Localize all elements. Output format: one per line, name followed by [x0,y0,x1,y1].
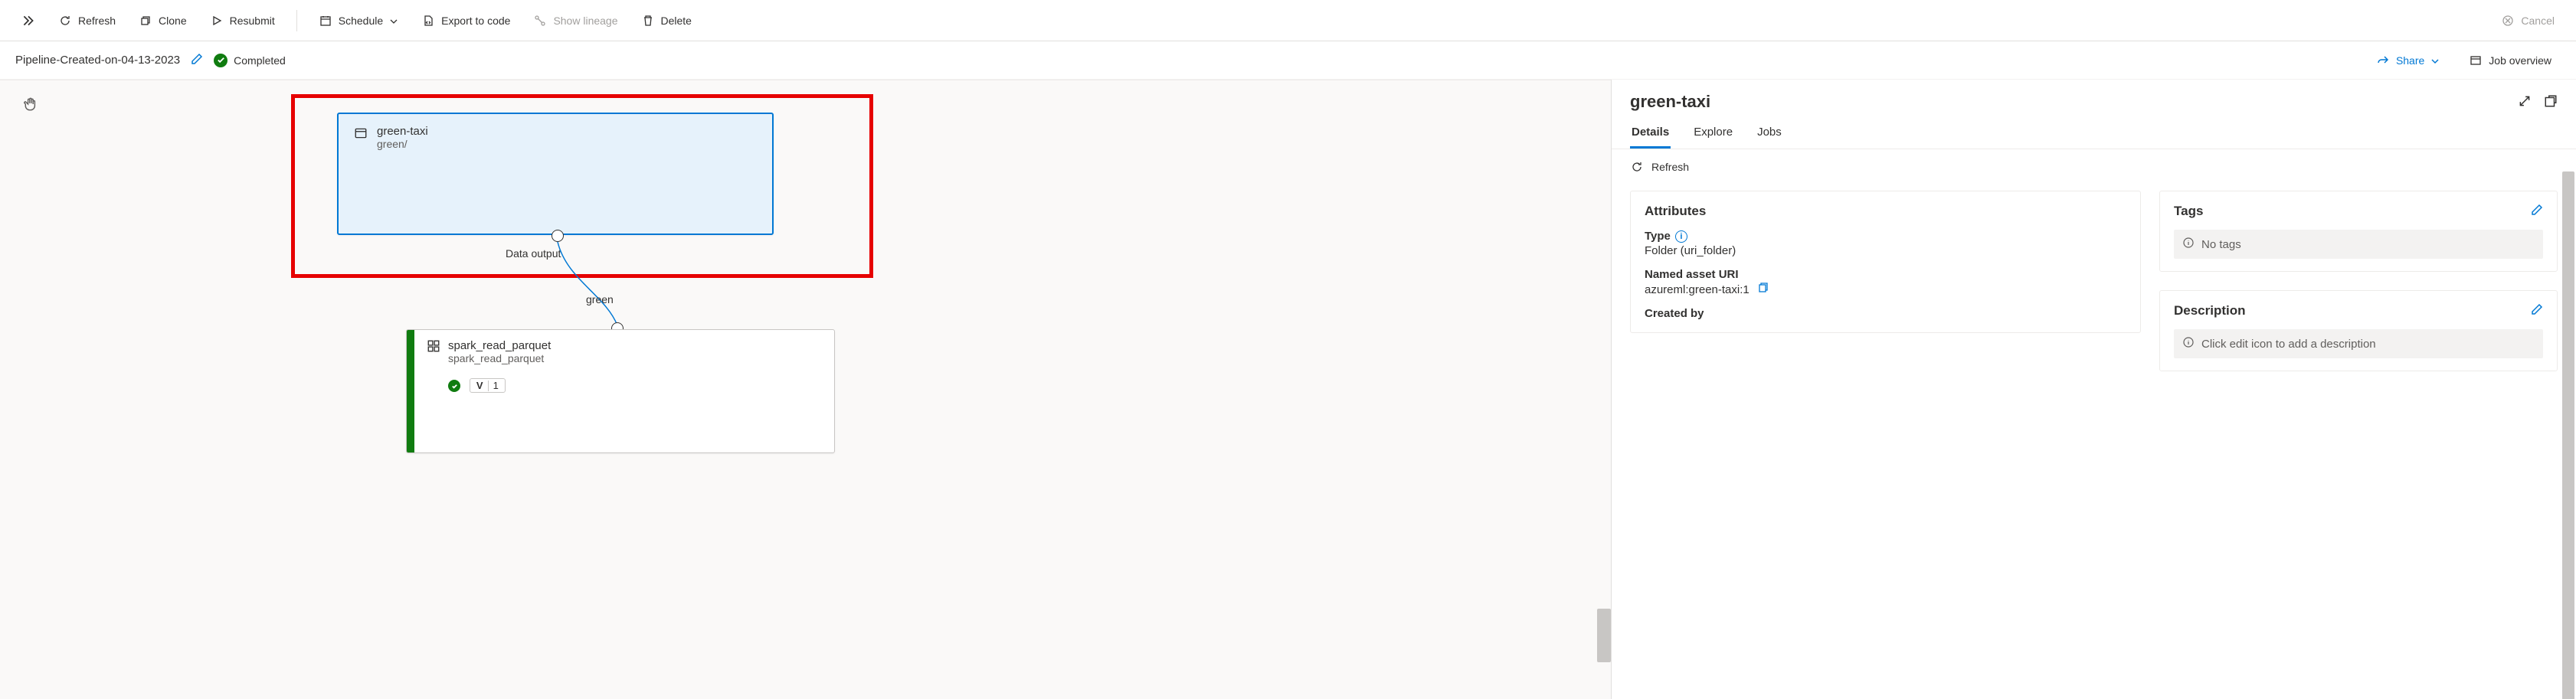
lineage-button: Show lineage [524,7,627,34]
schedule-label: Schedule [339,15,383,27]
pipeline-canvas[interactable]: green-taxi green/ Data output green spar… [0,80,1611,699]
component-icon [427,339,440,353]
side-panel: green-taxi Details Explore Jobs Refresh [1611,80,2576,699]
tab-jobs[interactable]: Jobs [1756,119,1783,149]
clone-button[interactable]: Clone [129,7,196,34]
refresh-label: Refresh [78,15,116,27]
info-icon [2183,337,2194,351]
side-tabs: Details Explore Jobs [1612,112,2576,149]
tags-heading: Tags [2174,204,2203,218]
tags-card: Tags No tags [2159,191,2558,272]
resubmit-button[interactable]: Resubmit [201,7,284,34]
job-overview-button[interactable]: Job overview [2460,47,2561,74]
status-text: Completed [234,54,286,67]
data-output-label: Data output [506,247,561,260]
node-green-taxi[interactable]: green-taxi green/ [337,113,774,235]
main-area: green-taxi green/ Data output green spar… [0,80,2576,699]
main-toolbar: Refresh Clone Resubmit Schedule Export t… [0,0,2576,41]
refresh-icon [58,14,72,28]
description-heading: Description [2174,303,2246,318]
pipeline-name: Pipeline-Created-on-04-13-2023 [15,54,180,67]
info-bar: Pipeline-Created-on-04-13-2023 Completed… [0,41,2576,80]
cancel-icon [2501,14,2515,28]
version-prefix: V [476,380,483,391]
no-description-row: Click edit icon to add a description [2174,329,2543,358]
calendar-icon [319,14,332,28]
resubmit-label: Resubmit [230,15,275,27]
lineage-label: Show lineage [553,15,617,27]
chevron-double-right-icon [21,14,35,28]
tab-explore[interactable]: Explore [1692,119,1734,149]
chevron-down-icon [2430,56,2440,65]
expand-icon[interactable] [2518,94,2532,110]
node-title: spark_read_parquet [448,339,551,352]
createdby-label: Created by [1645,307,1704,320]
edge-label: green [586,293,614,305]
delete-label: Delete [661,15,692,27]
toolbar-separator [296,10,297,31]
description-card: Description Click edit icon to add a des… [2159,290,2558,371]
chevron-down-icon [389,16,398,25]
export-button[interactable]: Export to code [412,7,519,34]
pan-tool[interactable] [23,96,40,115]
info-icon[interactable]: i [1675,230,1687,243]
node-title: green-taxi [377,125,428,138]
popout-icon[interactable] [2544,94,2558,110]
expand-toggle[interactable] [12,7,44,34]
side-refresh-button[interactable]: Refresh [1612,149,2576,185]
delete-button[interactable]: Delete [632,7,701,34]
refresh-icon [1630,160,1644,174]
dataset-icon [354,126,368,140]
share-label: Share [2396,54,2424,67]
attributes-card: Attributes Type i Folder (uri_folder) Na… [1630,191,2141,333]
refresh-button[interactable]: Refresh [49,7,125,34]
share-button[interactable]: Share [2367,47,2449,74]
play-icon [210,14,224,28]
uri-label: Named asset URI [1645,268,1739,281]
node-subtitle: green/ [377,138,428,150]
edit-description-button[interactable] [2531,303,2543,319]
clone-label: Clone [159,15,187,27]
attributes-heading: Attributes [1645,204,2126,219]
check-circle-icon [448,380,460,392]
no-tags-text: No tags [2201,238,2241,251]
node-status-bar [407,330,414,452]
uri-value: azureml:green-taxi:1 [1645,283,1750,296]
type-label: Type [1645,230,1671,243]
lineage-icon [533,14,547,28]
edit-tags-button[interactable] [2531,204,2543,220]
tab-details[interactable]: Details [1630,119,1671,149]
info-icon [2183,237,2194,251]
node-subtitle: spark_read_parquet [448,352,551,364]
clone-icon [139,14,152,28]
schedule-button[interactable]: Schedule [309,7,408,34]
canvas-scrollbar[interactable] [1597,609,1611,662]
edit-name-button[interactable] [191,53,203,67]
export-label: Export to code [441,15,510,27]
trash-icon [641,14,655,28]
code-file-icon [421,14,435,28]
version-badge[interactable]: V 1 [470,378,506,393]
side-refresh-label: Refresh [1651,161,1689,173]
side-panel-title: green-taxi [1630,92,2509,112]
check-circle-icon [214,54,227,67]
cancel-button: Cancel [2492,7,2564,34]
version-number: 1 [493,380,499,391]
no-description-text: Click edit icon to add a description [2201,338,2376,351]
node-spark-read-parquet[interactable]: spark_read_parquet spark_read_parquet V … [406,329,835,453]
overview-icon [2469,54,2483,67]
copy-icon[interactable] [1757,283,1768,296]
side-scrollbar[interactable] [2562,171,2574,699]
cancel-label: Cancel [2521,15,2555,27]
output-port[interactable] [552,230,564,242]
no-tags-row: No tags [2174,230,2543,259]
type-value: Folder (uri_folder) [1645,244,2126,257]
overview-label: Job overview [2489,54,2551,67]
status-badge: Completed [214,54,286,67]
share-icon [2376,54,2390,67]
